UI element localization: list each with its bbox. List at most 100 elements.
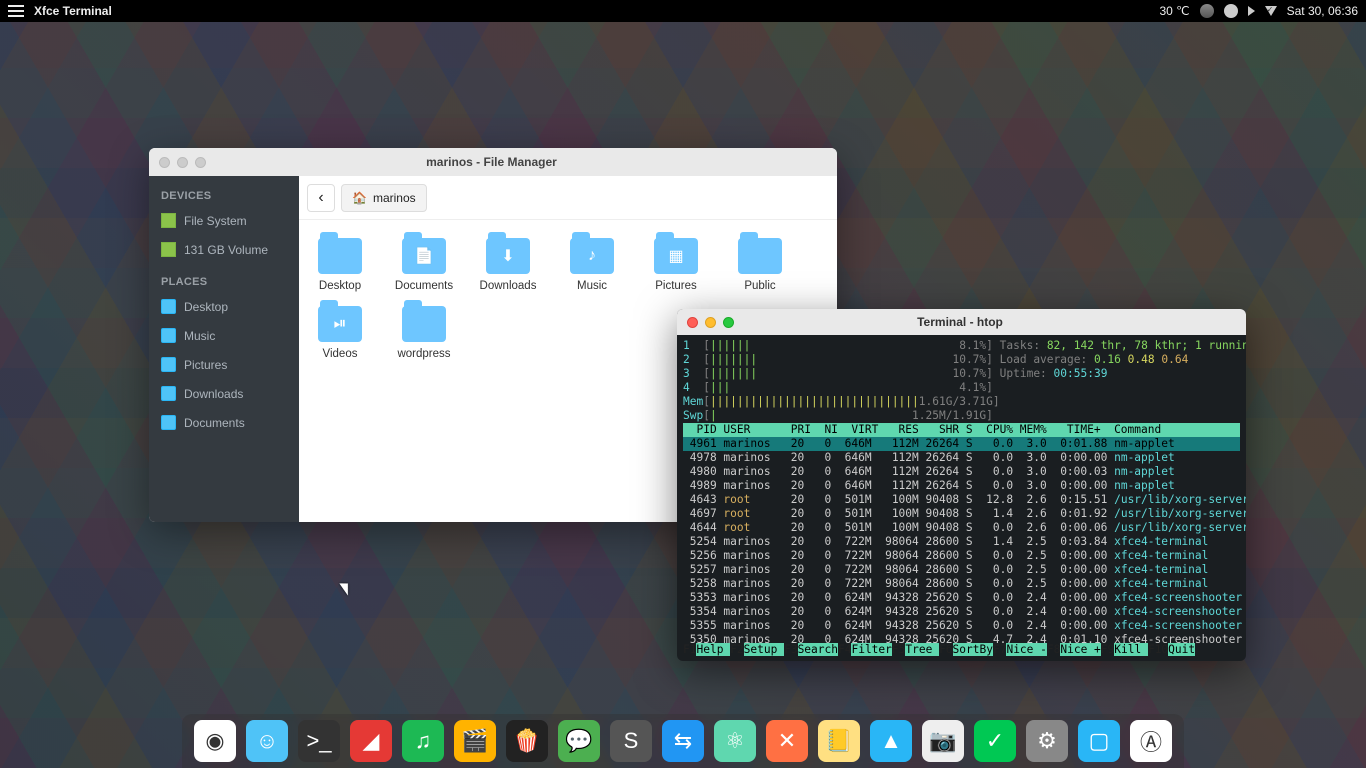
dock-app-popcorn[interactable]: 🍿 <box>506 720 548 762</box>
dock-app-notes[interactable]: 📒 <box>818 720 860 762</box>
fkey-label: Setup <box>744 643 784 656</box>
dock-app-vlc[interactable]: ▲ <box>870 720 912 762</box>
dock-app-finder[interactable]: ☺ <box>246 720 288 762</box>
fkey-F7[interactable]: F7 <box>993 643 1006 656</box>
dock: ◉☺>_◢♫🎬🍿💬S⇆⚛✕📒▲📷✓⚙▢Ⓐ <box>182 714 1184 768</box>
drive-icon <box>161 213 176 228</box>
folder-item[interactable]: 📄 Documents <box>393 238 455 292</box>
active-app-label[interactable]: Xfce Terminal <box>34 4 112 18</box>
dock-app-spotify[interactable]: ♫ <box>402 720 444 762</box>
minimize-icon[interactable] <box>705 317 716 328</box>
sidebar-item-label: 131 GB Volume <box>184 243 268 257</box>
fkey-label: Filter <box>851 643 891 656</box>
tray-disk-icon[interactable] <box>1200 4 1214 18</box>
fkey-F10[interactable]: F10 <box>1148 643 1168 656</box>
sidebar-item-label: Pictures <box>184 358 227 372</box>
sidebar-place-item[interactable]: Desktop <box>149 292 299 321</box>
tray-network-icon[interactable] <box>1224 4 1238 18</box>
sidebar-place-item[interactable]: Downloads <box>149 379 299 408</box>
folder-item[interactable]: ▦Pictures <box>645 238 707 292</box>
breadcrumb[interactable]: 🏠 marinos <box>341 184 427 212</box>
file-manager-titlebar[interactable]: marinos - File Manager <box>149 148 837 176</box>
fkey-label: Kill <box>1114 643 1148 656</box>
folder-label: Documents <box>395 280 453 292</box>
fkey-F3[interactable]: F3 <box>784 643 797 656</box>
sidebar-places-header: PLACES <box>149 272 299 292</box>
fkey-F6[interactable]: F6 <box>939 643 952 656</box>
drive-icon <box>161 242 176 257</box>
folder-label: Videos <box>323 348 358 360</box>
dock-app-chrome[interactable]: ◉ <box>194 720 236 762</box>
terminal-window: Terminal - htop 1 [|||||| 8.1%] Tasks: 8… <box>677 309 1246 661</box>
folder-icon <box>738 238 782 274</box>
sidebar-place-item[interactable]: Documents <box>149 408 299 437</box>
terminal-title: Terminal - htop <box>734 315 1186 329</box>
folder-item[interactable]: Public <box>729 238 791 292</box>
folder-item[interactable]: wordpress <box>393 306 455 360</box>
folder-icon <box>318 238 362 274</box>
fkey-label: Help <box>696 643 730 656</box>
sidebar-item-label: Documents <box>184 416 245 430</box>
dock-app-appstore[interactable]: Ⓐ <box>1130 720 1172 762</box>
fkey-F4[interactable]: F4 <box>838 643 851 656</box>
dock-app-check[interactable]: ✓ <box>974 720 1016 762</box>
fkey-F2[interactable]: F2 <box>730 643 743 656</box>
maximize-icon[interactable] <box>195 157 206 168</box>
dock-app-terminal[interactable]: >_ <box>298 720 340 762</box>
sidebar-place-item[interactable]: Pictures <box>149 350 299 379</box>
fkey-label: Quit <box>1168 643 1195 656</box>
dock-app-messages[interactable]: 💬 <box>558 720 600 762</box>
temperature-indicator[interactable]: 30 ℃ <box>1159 4 1189 18</box>
fkey-F8[interactable]: F8 <box>1047 643 1060 656</box>
folder-icon <box>161 357 176 372</box>
folder-item[interactable]: ⏯ Videos <box>309 306 371 360</box>
sidebar-item-label: Downloads <box>184 387 243 401</box>
dock-app-atom[interactable]: ⚛ <box>714 720 756 762</box>
minimize-icon[interactable] <box>177 157 188 168</box>
folder-item[interactable]: ♪ Music <box>561 238 623 292</box>
sidebar-device-item[interactable]: File System <box>149 206 299 235</box>
fkey-label: Search <box>798 643 838 656</box>
fkey-label: Nice + <box>1060 643 1100 656</box>
file-manager-toolbar: ‹ 🏠 marinos <box>299 176 837 220</box>
folder-icon <box>402 306 446 342</box>
folder-icon: 📄 <box>402 238 446 274</box>
sidebar-place-item[interactable]: Music <box>149 321 299 350</box>
breadcrumb-label: marinos <box>373 191 416 205</box>
fkey-label: SortBy <box>953 643 993 656</box>
fkey-F1[interactable]: F1 <box>683 643 696 656</box>
clock[interactable]: Sat 30, 06:36 <box>1287 4 1358 18</box>
folder-icon: ⏯ <box>318 306 362 342</box>
dock-app-camera[interactable]: 📷 <box>922 720 964 762</box>
home-icon: 🏠 <box>352 191 367 205</box>
folder-label: Music <box>577 280 607 292</box>
dock-app-settings[interactable]: ⚙ <box>1026 720 1068 762</box>
maximize-icon[interactable] <box>723 317 734 328</box>
terminal-output[interactable]: 1 [|||||| 8.1%] Tasks: 82, 142 thr, 78 k… <box>677 335 1246 647</box>
folder-icon: ♪ <box>570 238 614 274</box>
dock-app-workspace[interactable]: ▢ <box>1078 720 1120 762</box>
fkey-F9[interactable]: F9 <box>1101 643 1114 656</box>
file-manager-title: marinos - File Manager <box>206 155 777 169</box>
terminal-titlebar[interactable]: Terminal - htop <box>677 309 1246 335</box>
folder-item[interactable]: Desktop <box>309 238 371 292</box>
sidebar-item-label: Desktop <box>184 300 228 314</box>
folder-icon <box>161 415 176 430</box>
dock-app-sublime[interactable]: S <box>610 720 652 762</box>
folder-icon <box>161 386 176 401</box>
back-button[interactable]: ‹ <box>307 184 335 212</box>
fkey-F5[interactable]: F5 <box>892 643 905 656</box>
folder-item[interactable]: ⬇Downloads <box>477 238 539 292</box>
dock-app-clapper[interactable]: 🎬 <box>454 720 496 762</box>
dock-app-sync[interactable]: ⇆ <box>662 720 704 762</box>
file-manager-sidebar: DEVICES File System131 GB Volume PLACES … <box>149 176 299 522</box>
close-icon[interactable] <box>159 157 170 168</box>
security-shield-icon[interactable] <box>1265 6 1277 16</box>
volume-icon[interactable] <box>1248 6 1255 16</box>
dock-app-xampp[interactable]: ✕ <box>766 720 808 762</box>
sidebar-device-item[interactable]: 131 GB Volume <box>149 235 299 264</box>
app-menu-icon[interactable] <box>8 5 24 17</box>
dock-app-cursor-app[interactable]: ◢ <box>350 720 392 762</box>
close-icon[interactable] <box>687 317 698 328</box>
folder-label: Desktop <box>319 280 361 292</box>
